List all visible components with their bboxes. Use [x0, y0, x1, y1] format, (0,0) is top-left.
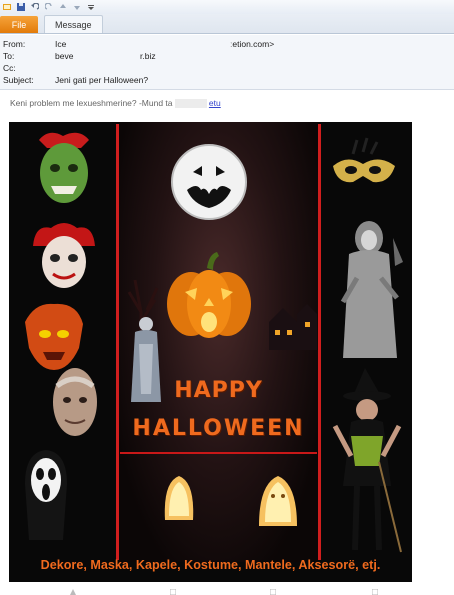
down-arrow-icon[interactable]	[73, 3, 81, 11]
venetian-mask-icon	[333, 137, 395, 183]
readability-text: Keni problem me lexueshmerine? -Mund ta	[10, 98, 173, 108]
to-value[interactable]: beve	[55, 51, 73, 61]
scroll-up-arrow-icon[interactable]	[70, 589, 76, 595]
from-value-end: ːetion.com>	[230, 39, 275, 49]
cc-row: Cc:	[3, 62, 55, 74]
readability-notice: Keni problem me lexueshmerine? -Mund ta …	[10, 98, 221, 109]
to-value-end: r.biz	[140, 51, 156, 61]
jack-o-lantern-icon	[167, 252, 251, 338]
subject-label: Subject:	[3, 75, 34, 85]
to-row: To: beve	[3, 50, 73, 62]
ghost-lantern-left-icon	[164, 476, 194, 520]
halloween-title: HALLOWEEN	[132, 416, 305, 441]
to-label: To:	[3, 51, 15, 61]
ribbon-tabs: File Message	[0, 14, 454, 34]
up-arrow-icon[interactable]	[59, 3, 67, 11]
from-row: From: Ice	[3, 38, 66, 50]
grim-reaper-costume-icon	[340, 221, 403, 358]
witch-costume-icon	[332, 368, 402, 553]
happy-title: HAPPY	[174, 378, 263, 403]
ghost-lantern-right-icon	[259, 476, 297, 526]
halloween-poster[interactable]: HAPPY HALLOWEEN Dekore, Maska, Kapele, K…	[9, 122, 412, 582]
tab-file[interactable]: File	[0, 16, 38, 33]
subject-row: Subject: Jeni gati per Halloween?	[3, 74, 148, 86]
undo-icon[interactable]	[31, 3, 39, 11]
redo-icon[interactable]	[45, 3, 53, 11]
redacted-text	[174, 99, 207, 109]
haunted-house-icon	[269, 304, 317, 350]
tab-message[interactable]: Message	[44, 15, 103, 33]
resize-handle-icon[interactable]	[170, 589, 176, 595]
old-man-mask-icon	[53, 368, 97, 436]
product-tagline: Dekore, Maska, Kapele, Kostume, Mantele,…	[40, 558, 381, 572]
scream-mask-icon	[25, 450, 67, 540]
cc-label: Cc:	[3, 63, 16, 73]
left-red-border	[116, 124, 119, 560]
from-label: From:	[3, 39, 26, 49]
resize-handle-icon[interactable]	[372, 589, 378, 595]
resize-handle-icon[interactable]	[270, 589, 276, 595]
view-in-browser-link[interactable]: etu	[209, 98, 221, 108]
quick-access-toolbar	[0, 0, 454, 14]
customize-toolbar-icon[interactable]	[87, 3, 95, 11]
save-icon[interactable]	[17, 3, 25, 11]
from-value[interactable]: Ice	[55, 39, 66, 49]
red-jester-mask-icon	[33, 223, 95, 288]
message-header: From: Ice ːetion.com> To: beve r.biz Cc:…	[0, 35, 454, 90]
green-zombie-mask-icon	[39, 132, 89, 203]
outlook-icon	[3, 3, 11, 11]
red-divider	[120, 452, 317, 454]
full-moon-bat-icon	[171, 144, 247, 220]
subject-value: Jeni gati per Halloween?	[55, 75, 149, 85]
orange-monster-mask-icon	[25, 303, 83, 370]
